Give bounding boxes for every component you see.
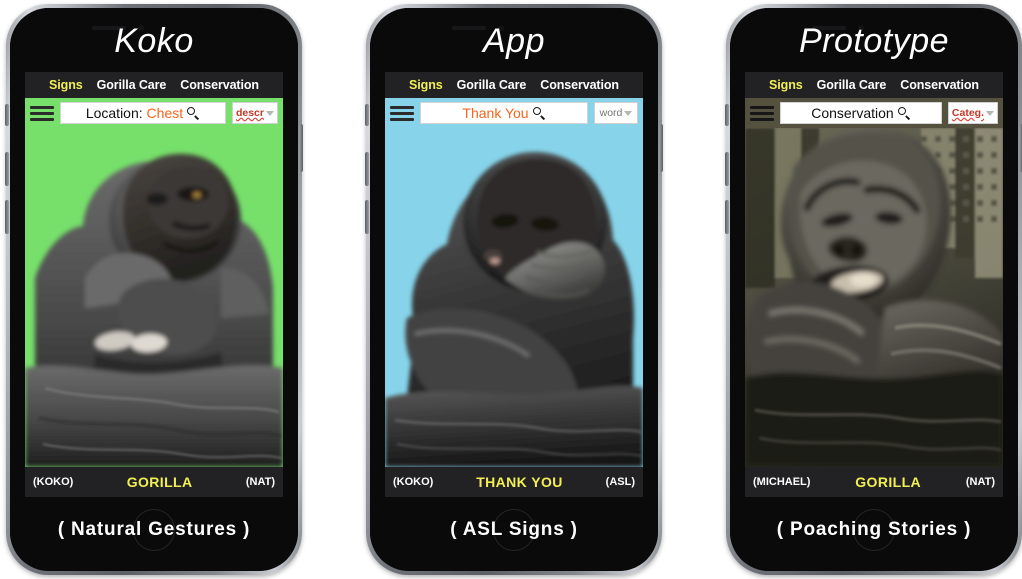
search-icon[interactable]	[532, 106, 546, 120]
phone1-top-bezel: Koko	[10, 8, 298, 72]
phone2-search-text: Thank You	[462, 105, 529, 121]
phone2-top-bezel: App	[370, 8, 658, 72]
phone1-dropdown-label: descr	[235, 107, 264, 119]
chevron-down-icon	[624, 110, 633, 116]
phone1-mute-switch[interactable]	[5, 104, 9, 126]
phone2-filter-dropdown[interactable]: word	[594, 102, 638, 124]
phone2-volume-down-button[interactable]	[365, 200, 369, 234]
phone2-caption-bar: (KOKO) THANK YOU (ASL)	[385, 467, 643, 497]
nav-item-conservation[interactable]: Conservation	[180, 78, 259, 92]
phone3-body: Prototype Signs Gorilla Care Conservatio…	[730, 8, 1018, 571]
phone3-caption-signer: (MICHAEL)	[753, 476, 811, 488]
chevron-down-icon	[986, 110, 994, 116]
phone3-filter-dropdown[interactable]: Categ.	[947, 102, 998, 124]
phone3-top-bezel: Prototype	[730, 8, 1018, 72]
phone3-volume-down-button[interactable]	[725, 200, 729, 234]
nav-item-signs[interactable]: Signs	[769, 78, 803, 92]
phone3-dropdown-label: Categ.	[951, 107, 984, 119]
phone3-photo-michael-gorilla	[745, 128, 1003, 467]
phone2-caption-signer: (KOKO)	[393, 476, 434, 488]
hamburger-menu-icon[interactable]	[390, 105, 414, 122]
phone2-navbar: Signs Gorilla Care Conservation	[385, 72, 643, 98]
phone2-caption-word: THANK YOU	[476, 474, 563, 490]
phone1-bottom-caption: ( Natural Gestures )	[57, 519, 251, 540]
search-value: Chest	[146, 105, 184, 121]
phone3-search-text: Conservation	[811, 105, 894, 121]
phone3-navbar: Signs Gorilla Care Conservation	[745, 72, 1003, 98]
phone1-filter-dropdown[interactable]: descr	[231, 102, 278, 124]
nav-item-gorilla-care[interactable]: Gorilla Care	[97, 78, 167, 92]
phone1-volume-up-button[interactable]	[5, 152, 9, 186]
phone1-navbar: Signs Gorilla Care Conservation	[25, 72, 283, 98]
hamburger-menu-icon[interactable]	[30, 105, 54, 122]
nav-item-conservation[interactable]: Conservation	[540, 78, 619, 92]
phone1-bottom-bezel: ( Natural Gestures )	[10, 497, 298, 571]
phone-mockup-koko: Koko Signs Gorilla Care Conservation Loc…	[5, 4, 303, 575]
phone3-bottom-bezel: ( Poaching Stories )	[730, 497, 1018, 571]
phone1-screen: Signs Gorilla Care Conservation Location…	[25, 72, 283, 497]
phone3-caption-source: (NAT)	[965, 476, 995, 488]
phone2-volume-up-button[interactable]	[365, 152, 369, 186]
phone1-body: Koko Signs Gorilla Care Conservation Loc…	[10, 8, 298, 571]
nav-item-signs[interactable]: Signs	[49, 78, 83, 92]
search-icon[interactable]	[897, 106, 911, 120]
phone3-title: Prototype	[798, 22, 950, 60]
phone2-photo-koko-thank-you-sign	[385, 128, 643, 467]
phone1-caption-word: GORILLA	[126, 474, 193, 490]
mockup-stage: Koko Signs Gorilla Care Conservation Loc…	[0, 0, 1022, 579]
chevron-down-icon	[266, 110, 274, 116]
phone1-volume-down-button[interactable]	[5, 200, 9, 234]
nav-item-gorilla-care[interactable]: Gorilla Care	[457, 78, 527, 92]
phone1-search-text: Location: Chest	[86, 105, 183, 121]
phone1-power-button[interactable]	[299, 124, 303, 172]
phone2-body: App Signs Gorilla Care Conservation Than…	[370, 8, 658, 571]
phone-mockup-prototype: Prototype Signs Gorilla Care Conservatio…	[725, 4, 1022, 575]
phone2-bottom-bezel: ( ASL Signs )	[370, 497, 658, 571]
nav-item-signs[interactable]: Signs	[409, 78, 443, 92]
phone1-search-row: Location: Chest descr	[25, 98, 283, 128]
phone3-mute-switch[interactable]	[725, 104, 729, 126]
phone3-caption-word: GORILLA	[855, 474, 922, 490]
phone3-caption-bar: (MICHAEL) GORILLA (NAT)	[745, 467, 1003, 497]
hamburger-menu-icon[interactable]	[750, 105, 774, 122]
phone1-photo-koko-gorilla	[25, 128, 283, 467]
phone2-power-button[interactable]	[659, 124, 663, 172]
phone1-caption-source: (NAT)	[245, 476, 275, 488]
nav-item-conservation[interactable]: Conservation	[900, 78, 979, 92]
phone2-title: App	[483, 22, 545, 60]
phone2-search-input[interactable]: Thank You	[420, 102, 588, 124]
search-icon[interactable]	[187, 106, 200, 120]
phone2-mute-switch[interactable]	[365, 104, 369, 126]
phone2-search-row: Thank You word	[385, 98, 643, 128]
phone1-search-input[interactable]: Location: Chest	[60, 102, 226, 124]
phone3-bottom-caption: ( Poaching Stories )	[776, 519, 972, 540]
phone3-search-input[interactable]: Conservation	[780, 102, 942, 124]
phone3-search-row: Conservation Categ.	[745, 98, 1003, 128]
phone1-caption-bar: (KOKO) GORILLA (NAT)	[25, 467, 283, 497]
phone-mockup-app: App Signs Gorilla Care Conservation Than…	[365, 4, 663, 575]
phone1-title: Koko	[114, 22, 194, 60]
phone2-dropdown-label: word	[599, 107, 623, 119]
phone2-caption-source: (ASL)	[605, 476, 635, 488]
phone3-volume-up-button[interactable]	[725, 152, 729, 186]
phone1-caption-signer: (KOKO)	[33, 476, 74, 488]
phone3-screen: Signs Gorilla Care Conservation Conserva…	[745, 72, 1003, 497]
phone2-bottom-caption: ( ASL Signs )	[450, 519, 578, 540]
nav-item-gorilla-care[interactable]: Gorilla Care	[817, 78, 887, 92]
search-prefix: Location:	[85, 105, 147, 121]
phone2-screen: Signs Gorilla Care Conservation Thank Yo…	[385, 72, 643, 497]
